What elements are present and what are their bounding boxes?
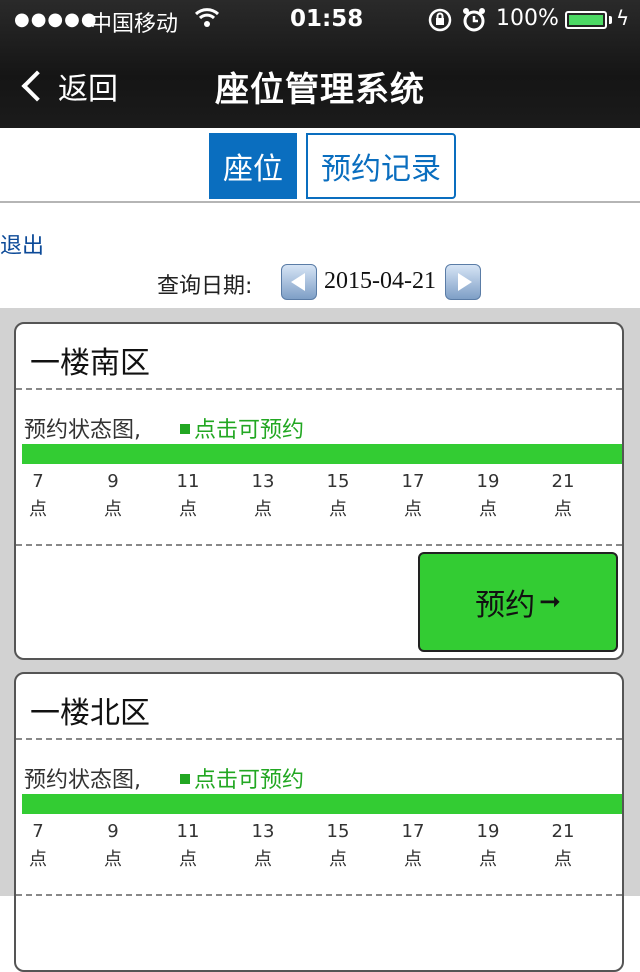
arrow-right-icon <box>458 273 472 291</box>
tab-seats[interactable]: 座位 <box>209 133 297 199</box>
top-bar: ●●●●● 中国移动 01:58 100% ϟ 返回 座位管理系统 <box>0 0 640 128</box>
hour-label: 19 点 <box>476 471 500 520</box>
area-list: 一楼南区 预约状态图, 点击可预约 7点 9点 11 点 13 点 15 点 17 点 … <box>0 308 640 972</box>
status-chart-label: 预约状态图, <box>24 418 141 443</box>
battery-percent: 100% <box>496 6 559 31</box>
battery-tip <box>609 16 612 24</box>
hour-label: 19 点 <box>476 821 500 870</box>
hour-label: 21 点 <box>551 821 575 870</box>
hour-label: 11 点 <box>176 471 200 520</box>
alarm-icon <box>462 6 486 38</box>
hour-label: 21 点 <box>551 471 575 520</box>
page-title: 座位管理系统 <box>215 70 425 110</box>
date-query-row: 查询日期: 2015-04-21 <box>0 264 640 300</box>
signal-strength-icon: ●●●●● <box>14 9 98 30</box>
hour-label: 15 点 <box>326 471 350 520</box>
hour-label: 17 点 <box>401 471 425 520</box>
battery-icon <box>565 11 607 29</box>
status-time: 01:58 <box>290 6 364 32</box>
book-button[interactable]: 预约 ➞ <box>418 552 618 652</box>
area-card-south: 一楼南区 预约状态图, 点击可预约 7点 9点 11 点 13 点 15 点 17 点 … <box>14 322 624 660</box>
dashed-divider <box>16 544 622 546</box>
hour-axis: 7点 9点 11 点 13 点 15 点 17 点 19 点 21 点 <box>16 468 622 528</box>
status-chart-label: 预约状态图, <box>24 768 141 793</box>
dashed-divider <box>16 388 622 390</box>
divider <box>0 201 640 203</box>
hour-label: 7点 <box>29 821 47 870</box>
legend-available: 点击可预约 <box>180 412 304 444</box>
status-bar: ●●●●● 中国移动 01:58 100% ϟ <box>0 0 640 40</box>
hour-label: 9点 <box>104 821 122 870</box>
availability-bar[interactable] <box>22 794 622 814</box>
dashed-divider <box>16 738 622 740</box>
wifi-icon <box>194 4 220 36</box>
hour-axis: 7点 9点 11 点 13 点 15 点 17 点 19 点 21 点 <box>16 818 622 878</box>
availability-bar[interactable] <box>22 444 622 464</box>
arrow-left-icon <box>291 273 305 291</box>
hour-label: 11 点 <box>176 821 200 870</box>
area-name: 一楼南区 <box>30 346 150 381</box>
area-card-north: 一楼北区 预约状态图, 点击可预约 7点 9点 11 点 13 点 15 点 17 点 … <box>14 672 624 972</box>
charging-icon: ϟ <box>616 6 630 30</box>
hour-label: 7点 <box>29 471 47 520</box>
hour-label: 13 点 <box>251 471 275 520</box>
carrier-name: 中国移动 <box>90 12 179 37</box>
date-value: 2015-04-21 <box>324 268 436 294</box>
prev-date-button[interactable] <box>281 264 317 300</box>
arrow-right-icon: ➞ <box>539 587 561 617</box>
hour-label: 17 点 <box>401 821 425 870</box>
green-square-icon <box>180 774 190 784</box>
logout-link[interactable]: 退出 <box>0 228 44 260</box>
tab-booking-records[interactable]: 预约记录 <box>306 133 456 199</box>
hour-label: 13 点 <box>251 821 275 870</box>
date-query-label: 查询日期: <box>157 274 253 299</box>
book-label: 预约 <box>475 588 536 623</box>
legend-label: 点击可预约 <box>194 418 305 443</box>
rotation-lock-icon <box>428 6 452 38</box>
hour-label: 15 点 <box>326 821 350 870</box>
legend-label: 点击可预约 <box>194 768 305 793</box>
green-square-icon <box>180 424 190 434</box>
next-date-button[interactable] <box>445 264 481 300</box>
tab-bar: 座位 预约记录 <box>209 133 456 199</box>
area-name: 一楼北区 <box>30 696 150 731</box>
hour-label: 9点 <box>104 471 122 520</box>
legend-available: 点击可预约 <box>180 762 304 794</box>
